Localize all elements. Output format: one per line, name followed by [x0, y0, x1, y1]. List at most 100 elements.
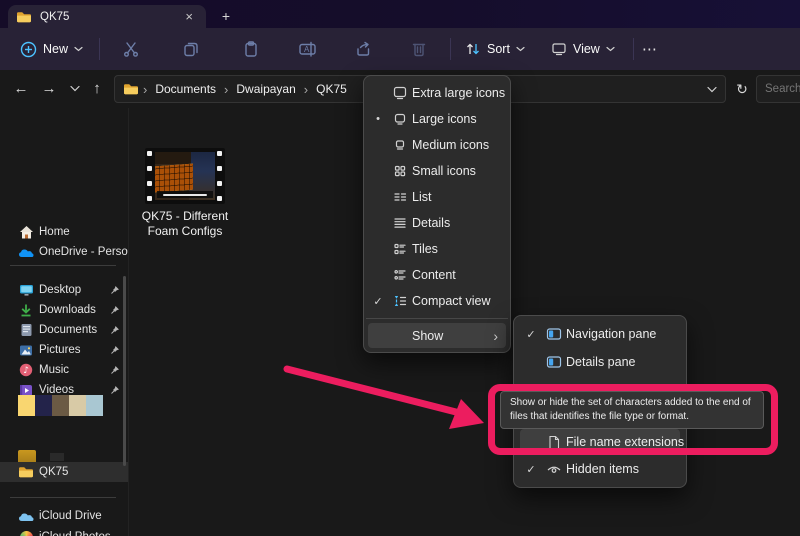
documents-icon	[18, 322, 34, 338]
swatch	[18, 395, 35, 416]
submenu-item-file-name-extensions[interactable]: File name extensions	[520, 429, 680, 455]
tab-close-icon[interactable]: ×	[180, 10, 198, 23]
swatch	[35, 395, 52, 416]
breadcrumb-dwaipayan[interactable]: Dwaipayan	[232, 80, 299, 98]
sidebar-item-music[interactable]: ♪ Music	[0, 360, 128, 380]
sort-button[interactable]: Sort	[457, 36, 533, 62]
swatch	[86, 395, 103, 416]
medium-icons-icon	[388, 137, 412, 153]
desktop-icon	[18, 282, 34, 298]
breadcrumb-qk75[interactable]: QK75	[312, 80, 351, 98]
copy-button[interactable]	[174, 34, 208, 64]
back-arrow-icon: ←	[14, 80, 29, 97]
hidden-items-eye-icon	[542, 463, 566, 475]
tab-qk75[interactable]: QK75 ×	[8, 5, 206, 28]
folder-icon	[16, 9, 32, 25]
share-button[interactable]	[346, 34, 380, 64]
more-options-button[interactable]: ⋯	[634, 36, 666, 62]
refresh-button[interactable]: ↻	[730, 75, 754, 103]
list-icon	[388, 189, 412, 205]
new-button[interactable]: New	[12, 35, 91, 64]
pin-icon	[110, 285, 120, 295]
view-button-label: View	[573, 42, 600, 56]
new-button-label: New	[43, 42, 68, 56]
menu-item-tiles[interactable]: Tiles	[368, 236, 506, 262]
menu-item-small-icons[interactable]: Small icons	[368, 158, 506, 184]
chevron-down-icon	[74, 46, 83, 52]
menu-item-medium-icons[interactable]: Medium icons	[368, 132, 506, 158]
menu-item-list[interactable]: List	[368, 184, 506, 210]
copy-icon	[182, 40, 200, 58]
submenu-item-navigation-pane[interactable]: ✓ Navigation pane	[520, 320, 680, 348]
menu-item-extra-large-icons[interactable]: Extra large icons	[368, 80, 506, 106]
tooltip-text-line2: files that identifies the file type or f…	[510, 410, 754, 424]
folder-preview-swatches	[18, 395, 103, 416]
extra-large-icons-icon	[388, 85, 412, 101]
view-dropdown-menu: Extra large icons • Large icons Medium i…	[363, 75, 511, 353]
menu-item-details[interactable]: Details	[368, 210, 506, 236]
tooltip-text-line1: Show or hide the set of characters added…	[510, 396, 754, 410]
sidebar-item-icloud-photos[interactable]: iCloud Photos	[0, 527, 128, 536]
file-extensions-tooltip: Show or hide the set of characters added…	[500, 391, 764, 429]
new-tab-button[interactable]: +	[216, 6, 236, 26]
address-dropdown-button[interactable]	[707, 86, 717, 93]
downloads-icon	[18, 302, 34, 318]
rename-button[interactable]: A	[290, 34, 324, 64]
submenu-item-hidden-items[interactable]: ✓ Hidden items	[520, 455, 680, 483]
file-explorer-window: QK75 × + New	[0, 0, 800, 536]
pin-icon	[110, 365, 120, 375]
toolbar-divider	[450, 38, 451, 60]
chevron-down-icon	[516, 46, 525, 52]
svg-text:A: A	[304, 45, 310, 54]
forward-button[interactable]: →	[36, 75, 62, 101]
menu-item-compact-view[interactable]: ✓ Compact view	[368, 288, 506, 314]
icloud-photos-icon	[18, 529, 34, 536]
pin-icon	[110, 385, 120, 395]
sidebar-item-downloads[interactable]: Downloads	[0, 300, 128, 320]
sidebar-item-qk75-selected[interactable]: QK75	[0, 462, 128, 482]
monitor-icon	[551, 42, 567, 56]
music-icon: ♪	[18, 362, 34, 378]
sort-arrows-icon	[465, 42, 481, 56]
tab-title: QK75	[40, 11, 180, 23]
paste-button[interactable]	[234, 34, 268, 64]
menu-item-show[interactable]: Show ›	[368, 323, 506, 348]
file-item-qk75-video[interactable]: QK75 - Different Foam Configs	[133, 148, 237, 239]
menu-item-large-icons[interactable]: • Large icons	[368, 106, 506, 132]
delete-button[interactable]	[402, 34, 436, 64]
breadcrumb-separator: ›	[220, 82, 232, 97]
menu-item-content[interactable]: Content	[368, 262, 506, 288]
thumbnail-image	[155, 152, 215, 200]
cut-button[interactable]	[114, 33, 148, 65]
sidebar-divider	[10, 265, 116, 266]
plus-circle-icon	[20, 41, 37, 58]
sidebar-item-home[interactable]: Home	[0, 222, 128, 242]
sidebar-item-icloud-drive[interactable]: iCloud Drive	[0, 506, 128, 526]
details-icon	[388, 215, 412, 231]
video-filmstrip-thumbnail	[145, 148, 225, 204]
onedrive-cloud-icon	[18, 244, 34, 260]
sidebar-item-onedrive[interactable]: OneDrive - Personal	[0, 242, 128, 262]
forward-arrow-icon: →	[42, 80, 57, 97]
sidebar-item-documents[interactable]: Documents	[0, 320, 128, 340]
submenu-item-details-pane[interactable]: Details pane	[520, 348, 680, 376]
toolbar-divider	[99, 38, 100, 60]
view-button[interactable]: View	[543, 36, 623, 62]
sidebar-item-desktop[interactable]: Desktop	[0, 280, 128, 300]
up-button[interactable]: ↑	[84, 75, 110, 101]
navigation-pane-icon	[542, 326, 566, 342]
folder-icon	[18, 464, 34, 480]
breadcrumb-documents[interactable]: Documents	[151, 80, 220, 98]
search-input[interactable]	[756, 75, 800, 103]
small-icons-icon	[388, 163, 412, 179]
large-icons-icon	[388, 111, 412, 127]
scissors-icon	[121, 39, 141, 59]
sidebar-scrollbar[interactable]	[123, 276, 126, 466]
home-icon	[18, 224, 34, 240]
sidebar-item-pictures[interactable]: Pictures	[0, 340, 128, 360]
back-button[interactable]: ←	[8, 75, 34, 101]
submenu-chevron-icon: ›	[493, 328, 498, 344]
folder-icon	[123, 81, 139, 97]
titlebar: QK75 × +	[0, 0, 800, 28]
pin-icon	[110, 325, 120, 335]
